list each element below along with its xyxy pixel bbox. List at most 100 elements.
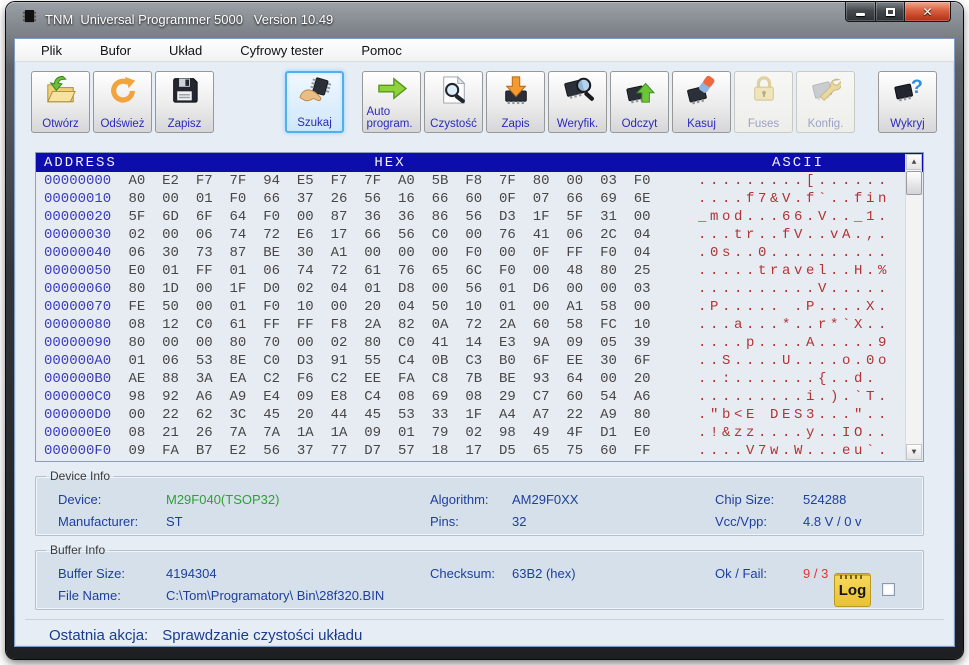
hex-byte-cell[interactable]: F8 bbox=[322, 317, 356, 333]
hex-byte-cell[interactable]: FE bbox=[120, 299, 154, 315]
hex-byte-cell[interactable]: 10 bbox=[625, 317, 659, 333]
hex-byte-cell[interactable]: D5 bbox=[491, 443, 525, 459]
hex-byte-cell[interactable]: 09 bbox=[558, 335, 592, 351]
hex-byte-cell[interactable]: 21 bbox=[154, 425, 188, 441]
hex-byte-cell[interactable]: 0F bbox=[524, 245, 558, 261]
hex-byte-cell[interactable]: 00 bbox=[592, 371, 626, 387]
hex-byte-cell[interactable]: 05 bbox=[592, 335, 626, 351]
read-button[interactable]: Odczyt bbox=[610, 71, 669, 133]
hex-byte-cell[interactable]: 04 bbox=[322, 281, 356, 297]
hex-byte-cell[interactable]: 03 bbox=[592, 173, 626, 189]
hex-byte-cell[interactable]: 9A bbox=[524, 335, 558, 351]
hex-byte-cell[interactable]: E6 bbox=[288, 227, 322, 243]
hex-byte-cell[interactable]: 74 bbox=[288, 263, 322, 279]
hex-byte-cell[interactable]: 00 bbox=[288, 209, 322, 225]
hex-byte-cell[interactable]: 80 bbox=[592, 263, 626, 279]
hex-byte-cell[interactable]: FF bbox=[187, 263, 221, 279]
blank-check-button[interactable]: Czystość bbox=[424, 71, 483, 133]
hex-byte-cell[interactable]: 00 bbox=[457, 227, 491, 243]
hex-byte-cell[interactable]: 7F bbox=[356, 173, 390, 189]
detect-button[interactable]: ? Wykryj bbox=[878, 71, 937, 133]
hex-byte-cell[interactable]: 7F bbox=[491, 173, 525, 189]
hex-byte-cell[interactable]: 37 bbox=[288, 191, 322, 207]
hex-byte-cell[interactable]: E4 bbox=[255, 389, 289, 405]
hex-byte-cell[interactable]: 00 bbox=[423, 281, 457, 297]
hex-byte-cell[interactable]: C8 bbox=[423, 371, 457, 387]
hex-byte-cell[interactable]: 77 bbox=[322, 443, 356, 459]
verify-button[interactable]: Weryfik. bbox=[548, 71, 607, 133]
hex-byte-cell[interactable]: 75 bbox=[558, 443, 592, 459]
hex-byte-cell[interactable]: FF bbox=[558, 245, 592, 261]
hex-byte-cell[interactable]: D8 bbox=[390, 281, 424, 297]
hex-byte-cell[interactable]: 30 bbox=[288, 245, 322, 261]
hex-byte-cell[interactable]: 65 bbox=[524, 443, 558, 459]
hex-byte-cell[interactable]: FF bbox=[625, 443, 659, 459]
hex-byte-cell[interactable]: 04 bbox=[390, 299, 424, 315]
hex-byte-cell[interactable]: 62 bbox=[187, 407, 221, 423]
hex-byte-cell[interactable]: D7 bbox=[356, 443, 390, 459]
hex-byte-cell[interactable]: 01 bbox=[491, 299, 525, 315]
hex-byte-cell[interactable]: 7F bbox=[221, 173, 255, 189]
config-button[interactable]: Konfig. bbox=[796, 71, 855, 133]
hex-byte-cell[interactable]: 22 bbox=[154, 407, 188, 423]
hex-byte-cell[interactable]: 54 bbox=[592, 389, 626, 405]
hex-byte-cell[interactable]: 01 bbox=[187, 191, 221, 207]
menu-uklad[interactable]: Układ bbox=[163, 41, 208, 60]
hex-byte-cell[interactable]: EE bbox=[558, 353, 592, 369]
hex-byte-cell[interactable]: 00 bbox=[524, 263, 558, 279]
hex-byte-cell[interactable]: 04 bbox=[625, 245, 659, 261]
menu-pomoc[interactable]: Pomoc bbox=[355, 41, 407, 60]
hex-byte-cell[interactable]: 07 bbox=[524, 191, 558, 207]
hex-byte-cell[interactable]: 00 bbox=[154, 227, 188, 243]
hex-byte-cell[interactable]: 70 bbox=[255, 335, 289, 351]
hex-byte-cell[interactable]: 00 bbox=[187, 281, 221, 297]
hex-byte-cell[interactable]: 56 bbox=[390, 227, 424, 243]
hex-byte-cell[interactable]: 03 bbox=[625, 281, 659, 297]
hex-byte-cell[interactable]: 20 bbox=[356, 299, 390, 315]
hex-byte-cell[interactable]: BE bbox=[255, 245, 289, 261]
hex-byte-cell[interactable]: 74 bbox=[221, 227, 255, 243]
hex-byte-cell[interactable]: 00 bbox=[154, 335, 188, 351]
hex-byte-cell[interactable]: 56 bbox=[255, 443, 289, 459]
hex-byte-cell[interactable]: E0 bbox=[120, 263, 154, 279]
hex-byte-cell[interactable]: 08 bbox=[120, 317, 154, 333]
hex-byte-cell[interactable]: 00 bbox=[288, 335, 322, 351]
hex-byte-cell[interactable]: E3 bbox=[491, 335, 525, 351]
hex-byte-cell[interactable]: 2A bbox=[491, 317, 525, 333]
hex-byte-cell[interactable]: 87 bbox=[322, 209, 356, 225]
hex-byte-cell[interactable]: D6 bbox=[524, 281, 558, 297]
hex-byte-cell[interactable]: 8E bbox=[221, 353, 255, 369]
hex-byte-cell[interactable]: 80 bbox=[524, 173, 558, 189]
hex-byte-cell[interactable]: 82 bbox=[390, 317, 424, 333]
hex-byte-cell[interactable]: C3 bbox=[457, 353, 491, 369]
hex-byte-cell[interactable]: E2 bbox=[154, 173, 188, 189]
hex-byte-cell[interactable]: E2 bbox=[221, 443, 255, 459]
hex-byte-cell[interactable]: 6F bbox=[625, 353, 659, 369]
hex-byte-cell[interactable]: 06 bbox=[558, 227, 592, 243]
hex-byte-cell[interactable]: FC bbox=[592, 317, 626, 333]
hex-byte-cell[interactable]: C7 bbox=[524, 389, 558, 405]
hex-byte-cell[interactable]: 3C bbox=[221, 407, 255, 423]
hex-byte-cell[interactable]: 66 bbox=[558, 191, 592, 207]
hex-byte-cell[interactable]: 31 bbox=[592, 209, 626, 225]
hex-byte-cell[interactable]: 0A bbox=[423, 317, 457, 333]
hex-byte-cell[interactable]: 18 bbox=[423, 443, 457, 459]
hex-byte-cell[interactable]: 50 bbox=[423, 299, 457, 315]
hex-byte-cell[interactable]: 69 bbox=[423, 389, 457, 405]
hex-byte-cell[interactable]: F7 bbox=[187, 173, 221, 189]
hex-byte-cell[interactable]: 44 bbox=[322, 407, 356, 423]
hex-byte-cell[interactable]: 30 bbox=[154, 245, 188, 261]
hex-byte-cell[interactable]: 56 bbox=[356, 191, 390, 207]
hex-byte-cell[interactable]: 53 bbox=[390, 407, 424, 423]
hex-byte-cell[interactable]: C2 bbox=[322, 371, 356, 387]
open-button[interactable]: Otwórz bbox=[31, 71, 90, 133]
hex-byte-cell[interactable]: 4F bbox=[558, 425, 592, 441]
hex-byte-cell[interactable]: EA bbox=[221, 371, 255, 387]
hex-byte-cell[interactable]: 02 bbox=[120, 227, 154, 243]
hex-byte-cell[interactable]: 60 bbox=[558, 389, 592, 405]
hex-byte-cell[interactable]: A4 bbox=[491, 407, 525, 423]
hex-byte-cell[interactable]: B7 bbox=[187, 443, 221, 459]
hex-byte-cell[interactable]: 14 bbox=[457, 335, 491, 351]
hex-byte-cell[interactable]: 26 bbox=[187, 425, 221, 441]
hex-byte-cell[interactable]: 80 bbox=[120, 281, 154, 297]
